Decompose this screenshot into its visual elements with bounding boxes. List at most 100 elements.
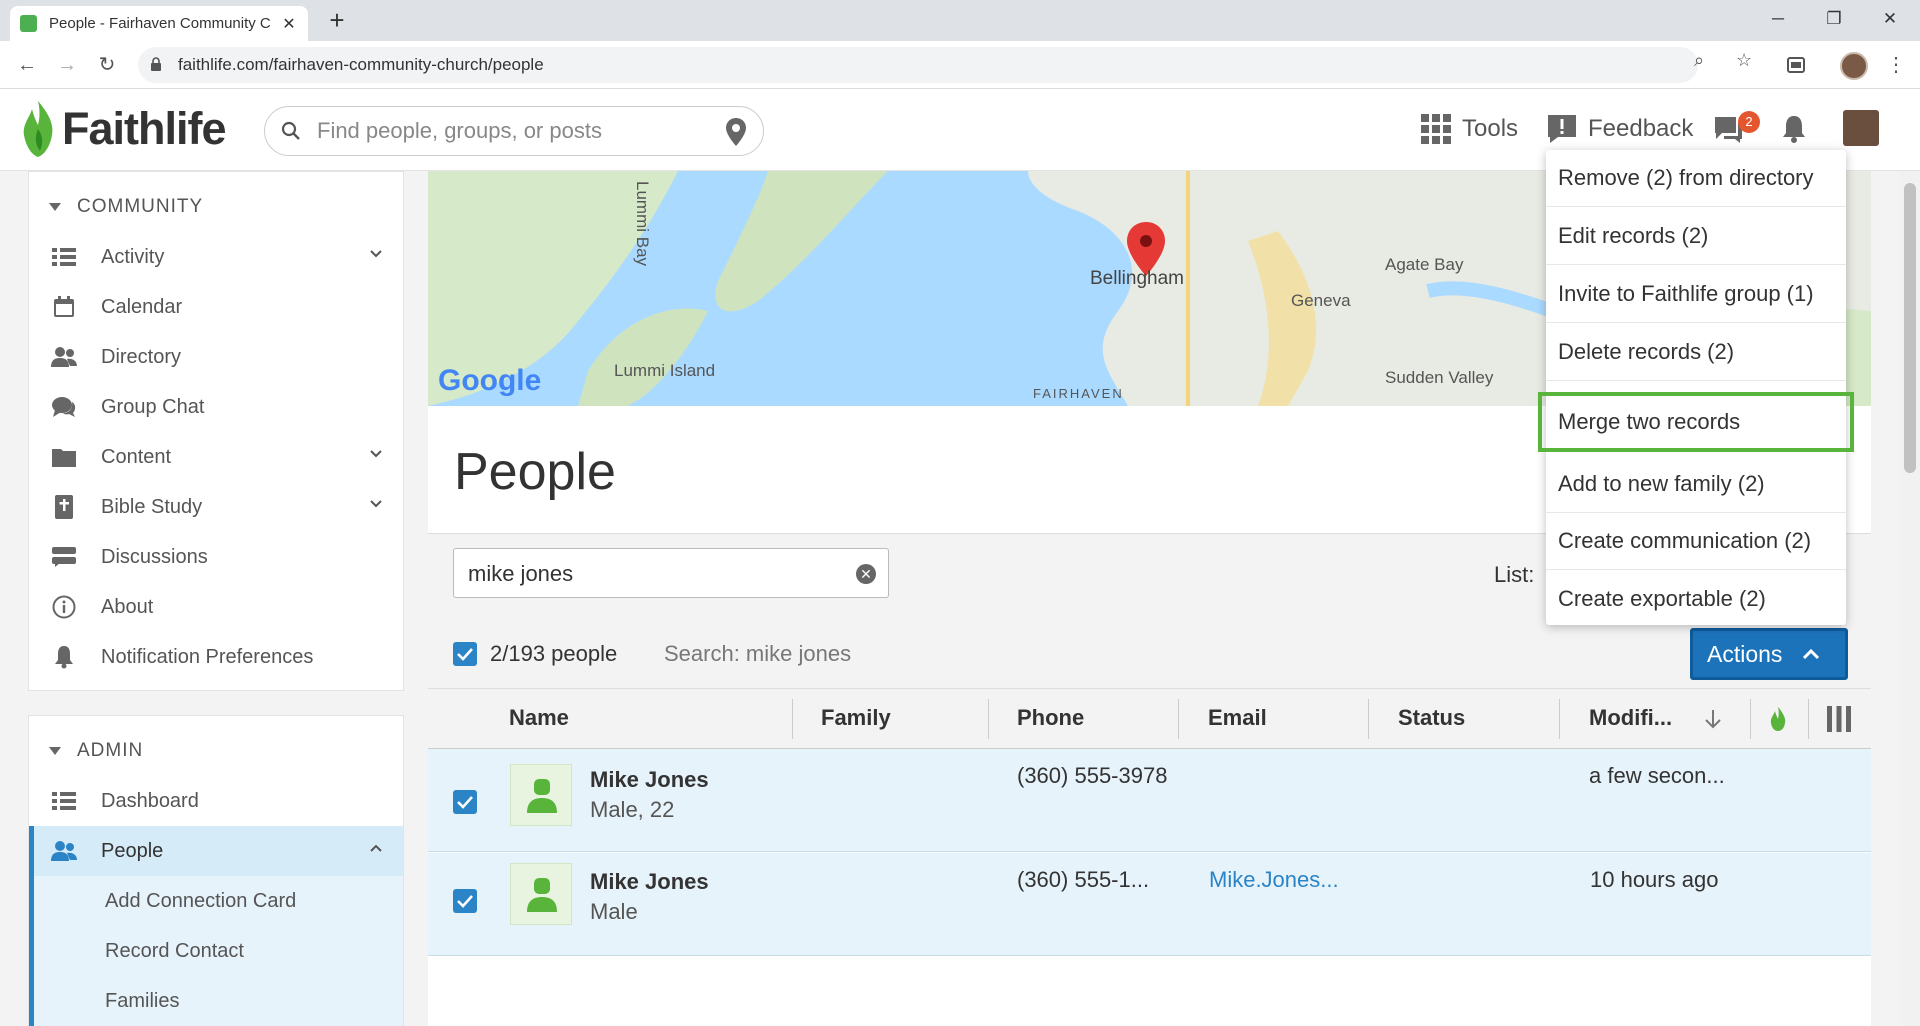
browser-menu-icon[interactable]: ⋮ — [1886, 52, 1906, 80]
menu-item-create-communication[interactable]: Create communication (2) — [1546, 513, 1846, 570]
user-avatar[interactable] — [1843, 110, 1879, 146]
clear-search-icon[interactable]: ✕ — [856, 564, 876, 584]
page-scrollbar[interactable] — [1900, 171, 1920, 1026]
modified-cell: 10 hours ago — [1590, 867, 1719, 892]
row-checkbox[interactable] — [453, 790, 477, 814]
browser-profile-avatar[interactable] — [1840, 52, 1868, 80]
person-name[interactable]: Mike Jones — [590, 767, 709, 793]
column-divider — [1750, 699, 1751, 739]
google-logo: Google — [438, 364, 542, 397]
sidebar-item-activity[interactable]: Activity — [29, 232, 403, 282]
restore-icon[interactable]: ❐ — [1808, 0, 1860, 38]
column-settings-icon[interactable] — [1826, 705, 1852, 733]
bible-icon — [51, 495, 77, 519]
person-avatar-icon — [510, 764, 572, 826]
column-modified[interactable]: Modifi... — [1589, 705, 1672, 731]
sidebar-subitem-record-contact[interactable]: Record Contact — [29, 926, 403, 976]
browser-tab[interactable]: People - Fairhaven Community C ✕ — [10, 6, 308, 41]
column-phone[interactable]: Phone — [1017, 705, 1084, 731]
new-tab-icon[interactable]: + — [322, 6, 352, 36]
sidebar-item-people[interactable]: People — [29, 826, 403, 876]
table-row[interactable]: Mike Jones Male, 22 (360) 555-3978 a few… — [428, 749, 1871, 852]
discussions-icon — [51, 545, 77, 569]
menu-item-invite-to-group[interactable]: Invite to Faithlife group (1) — [1546, 266, 1846, 323]
zoom-icon[interactable]: ⌕ — [1694, 50, 1704, 71]
faithlife-flame-icon[interactable] — [1769, 706, 1787, 732]
chevron-down-icon[interactable] — [369, 497, 383, 511]
browser-tab-bar: People - Fairhaven Community C ✕ + ─ ❐ ✕ — [0, 0, 1920, 41]
person-name[interactable]: Mike Jones — [590, 869, 709, 895]
admin-heading[interactable]: ADMIN — [49, 740, 143, 762]
tab-title: People - Fairhaven Community C — [49, 15, 271, 32]
collapse-triangle-icon — [49, 203, 61, 211]
bookmark-star-icon[interactable]: ☆ — [1736, 50, 1752, 71]
column-divider — [988, 699, 989, 739]
folder-icon — [51, 445, 77, 469]
info-icon — [51, 595, 77, 619]
actions-button[interactable]: Actions — [1690, 628, 1848, 680]
column-family[interactable]: Family — [821, 705, 891, 731]
location-pin-icon[interactable] — [725, 117, 747, 147]
global-search[interactable] — [264, 106, 764, 156]
faithlife-favicon — [20, 15, 37, 32]
menu-item-merge-two-records[interactable]: Merge two records — [1538, 392, 1854, 452]
column-name[interactable]: Name — [509, 705, 569, 731]
checkmark-icon — [457, 648, 473, 661]
feedback-button[interactable]: Feedback — [1546, 111, 1693, 147]
calendar-icon — [51, 295, 77, 319]
menu-item-remove-from-directory[interactable]: Remove (2) from directory — [1546, 150, 1846, 207]
sidebar-item-directory[interactable]: Directory — [29, 332, 403, 382]
close-tab-icon[interactable]: ✕ — [280, 14, 298, 34]
column-email[interactable]: Email — [1208, 705, 1267, 731]
person-details: Male — [590, 899, 638, 924]
chevron-down-icon[interactable] — [369, 247, 383, 261]
column-divider — [1178, 699, 1179, 739]
sidebar-item-notification-preferences[interactable]: Notification Preferences — [29, 632, 403, 682]
community-heading[interactable]: COMMUNITY — [49, 196, 203, 218]
menu-item-add-to-new-family[interactable]: Add to new family (2) — [1546, 456, 1846, 513]
bell-icon — [51, 645, 77, 669]
close-window-icon[interactable]: ✕ — [1864, 0, 1916, 38]
chevron-down-icon[interactable] — [369, 447, 383, 461]
sidebar-item-dashboard[interactable]: Dashboard — [29, 776, 403, 826]
phone-cell: (360) 555-3978 — [1017, 763, 1168, 788]
tools-label: Tools — [1462, 115, 1519, 142]
sidebar-subitem-add-connection-card[interactable]: Add Connection Card — [29, 876, 403, 926]
sidebar-item-about[interactable]: About — [29, 582, 403, 632]
sidebar-item-bible-study[interactable]: Bible Study — [29, 482, 403, 532]
feedback-icon — [1548, 115, 1576, 143]
notifications-bell-icon[interactable] — [1780, 114, 1808, 144]
faithlife-flame-icon — [23, 101, 53, 157]
sidebar-item-content[interactable]: Content — [29, 432, 403, 482]
table-row[interactable]: Mike Jones Male (360) 555-1... Mike.Jone… — [428, 853, 1871, 956]
sidebar-subitem-families[interactable]: Families — [29, 976, 403, 1026]
table-header: Name Family Phone Email Status Modifi... — [428, 689, 1871, 749]
email-cell[interactable]: Mike.Jones... — [1209, 867, 1339, 893]
search-input[interactable] — [315, 115, 705, 147]
checkmark-icon — [457, 796, 473, 809]
sidebar-item-discussions[interactable]: Discussions — [29, 532, 403, 582]
menu-item-edit-records[interactable]: Edit records (2) — [1546, 208, 1846, 265]
scrollbar-thumb[interactable] — [1904, 183, 1916, 473]
row-checkbox[interactable] — [453, 889, 477, 913]
extension-icon[interactable] — [1786, 55, 1806, 75]
menu-item-create-exportable[interactable]: Create exportable (2) — [1546, 570, 1846, 627]
forward-icon[interactable]: → — [52, 50, 82, 80]
logo-text: Faithlife — [62, 103, 227, 154]
column-divider — [1368, 699, 1369, 739]
back-icon[interactable]: ← — [12, 50, 42, 80]
people-search-input[interactable]: mike jones ✕ — [453, 548, 889, 598]
sidebar-item-group-chat[interactable]: Group Chat — [29, 382, 403, 432]
sort-arrow-down-icon[interactable] — [1704, 709, 1722, 729]
minimize-icon[interactable]: ─ — [1752, 0, 1804, 38]
url-field[interactable]: faithlife.com/fairhaven-community-church… — [138, 47, 1698, 83]
tools-button[interactable]: Tools — [1420, 111, 1518, 147]
search-icon — [281, 121, 300, 140]
faithlife-logo[interactable]: Faithlife — [18, 99, 227, 159]
column-status[interactable]: Status — [1398, 705, 1465, 731]
reload-icon[interactable]: ↻ — [92, 50, 122, 80]
select-all-checkbox[interactable] — [453, 642, 477, 666]
chevron-up-icon[interactable] — [369, 841, 383, 855]
menu-item-delete-records[interactable]: Delete records (2) — [1546, 324, 1846, 381]
sidebar-item-calendar[interactable]: Calendar — [29, 282, 403, 332]
